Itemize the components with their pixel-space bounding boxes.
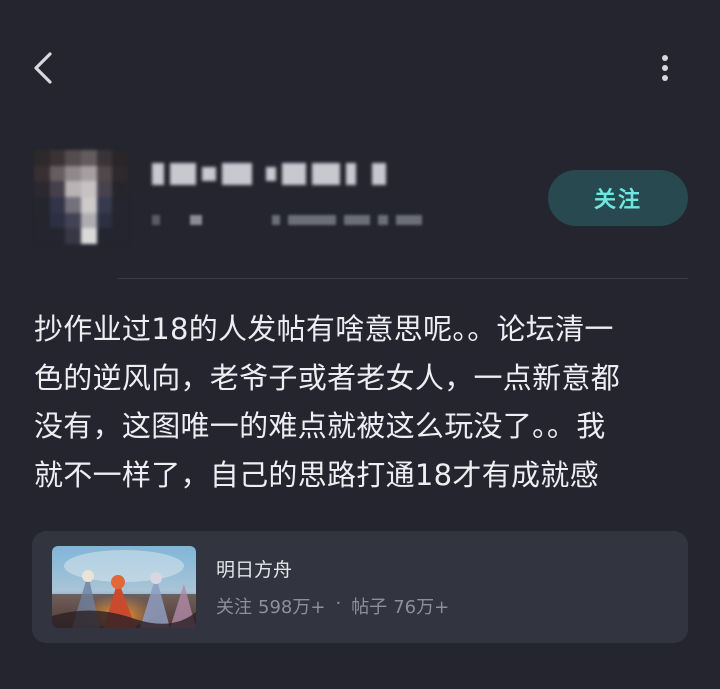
more-options-button[interactable]: [650, 48, 680, 88]
more-vertical-icon: [662, 55, 668, 81]
author-name-redacted[interactable]: [152, 158, 386, 190]
follow-button[interactable]: 关注: [548, 170, 688, 226]
post-content: 抄作业过18的人发帖有啥意思呢。。论坛清一 色的逆风向，老爷子或者老女人，一点新…: [34, 305, 686, 499]
posts-label: 帖子: [351, 597, 388, 618]
followers-count: 598万+: [258, 597, 326, 618]
post-detail-page: 关注 抄作业过18的人发帖有啥意思呢。。论坛清一 色的逆风向，老爷子或者老女人，…: [0, 0, 720, 689]
topic-thumbnail: [52, 546, 196, 628]
topic-stats: 关注 598万+ · 帖子 76万+: [216, 593, 449, 619]
post-line: 抄作业过18的人发帖有啥意思呢。。论坛清一: [34, 312, 614, 346]
author-meta-redacted: [152, 210, 422, 230]
topic-card[interactable]: 明日方舟 关注 598万+ · 帖子 76万+: [32, 531, 688, 643]
posts-count: 76万+: [393, 597, 450, 618]
stats-separator: ·: [335, 593, 342, 614]
post-line: 色的逆风向，老爷子或者老女人，一点新意都: [34, 360, 621, 395]
post-line: 就不一样了，自己的思路打通18才有成就感: [34, 457, 599, 492]
topic-name: 明日方舟: [216, 559, 293, 581]
followers-label: 关注: [216, 597, 252, 618]
divider: [118, 278, 688, 279]
author-avatar[interactable]: [34, 150, 128, 244]
back-button[interactable]: [26, 48, 66, 88]
chevron-left-icon: [34, 52, 52, 84]
post-line: 没有，这图唯一的难点就被这么玩没了。。我: [34, 409, 606, 443]
